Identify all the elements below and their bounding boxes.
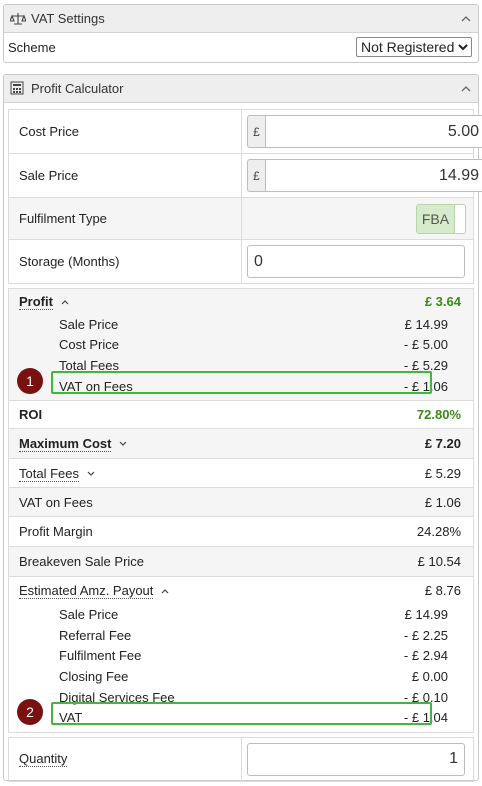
profit-calculator-title: Profit Calculator [31,81,124,96]
total-fees-value: £ 5.29 [424,465,461,481]
storage-label: Storage (Months) [19,254,120,269]
scales-icon [10,11,26,27]
roi-label: ROI [19,407,43,423]
total-fees-label: Total Fees [19,465,79,482]
cost-price-row: Cost Price £ [9,110,482,154]
fba-option[interactable]: FBA [417,204,454,233]
annotation-badge-2: 2 [17,699,43,725]
profit-margin-label: Profit Margin [19,524,93,540]
cost-price-label: Cost Price [19,124,79,139]
vat-on-fees-label: VAT on Fees [19,494,93,510]
sale-price-row: Sale Price £ [9,154,482,198]
vat-on-fees-row: VAT on Fees £ 1.06 [9,488,473,518]
vat-settings-title: VAT Settings [31,11,105,26]
payout-label: Estimated Amz. Payout [19,583,154,600]
total-fees-toggle[interactable]: Total Fees [19,465,96,482]
max-cost-row: Maximum Cost £ 7.20 [9,429,473,460]
breakdown-value: £ 14.99 [404,316,448,332]
max-cost-toggle[interactable]: Maximum Cost [19,436,128,453]
breakdown-label: Sale Price [59,607,119,623]
scheme-select[interactable]: Not Registered [356,37,472,57]
calculator-icon [10,81,26,97]
sale-price-label: Sale Price [19,168,79,183]
profit-margin-value: 24.28% [416,524,461,540]
caret-down-icon [119,441,127,447]
payout-breakdown-item: Closing Fee £ 0.00 [9,666,473,687]
cost-price-input[interactable] [265,115,482,148]
max-cost-label: Maximum Cost [19,436,112,453]
fulfilment-row: Fulfilment Type FBA [9,198,473,240]
roi-value: 72.80% [416,407,461,423]
highlight-box-vat-on-fees [51,371,432,394]
total-fees-row: Total Fees £ 5.29 [9,459,473,489]
breakeven-value: £ 10.54 [417,554,461,570]
profit-breakdown-item: Sale Price £ 14.99 [9,314,473,335]
profit-calculator-panel: Profit Calculator Cost Price £ Sale Pric… [3,74,482,782]
chevron-up-icon[interactable] [460,13,472,25]
currency-addon: £ [247,159,265,192]
highlight-box-vat [51,702,432,725]
fulfilment-toggle[interactable]: FBA [416,203,466,234]
caret-up-icon [61,300,69,305]
profit-margin-row: Profit Margin 24.28% [9,517,473,548]
sale-price-input[interactable] [265,159,482,192]
breakeven-row: Breakeven Sale Price £ 10.54 [9,547,473,578]
breakdown-label: Fulfilment Fee [59,648,142,664]
vat-on-fees-value: £ 1.06 [424,494,461,510]
fulfilment-label: Fulfilment Type [19,211,107,226]
profit-value: £ 3.64 [424,294,461,309]
vat-settings-panel: VAT Settings Scheme Not Registered [3,4,479,63]
breakdown-value: - £ 5.00 [403,337,448,353]
storage-row: Storage (Months) [9,240,473,284]
vat-settings-header[interactable]: VAT Settings [4,5,478,33]
breakdown-value: £ 0.00 [411,668,448,684]
quantity-input[interactable] [247,742,465,776]
quantity-text: Quantity [19,751,68,768]
payout-breakdown-item: Fulfilment Fee - £ 2.94 [9,646,473,667]
quantity-label: Quantity [9,738,241,781]
profit-toggle[interactable]: Profit [19,294,70,310]
breakdown-value: - £ 2.94 [403,648,448,664]
currency-addon: £ [247,115,265,148]
chevron-up-icon[interactable] [460,83,472,95]
breakdown-value: - £ 2.25 [403,627,448,643]
breakdown-label: Referral Fee [59,627,132,643]
storage-input[interactable] [247,245,465,278]
breakeven-label: Breakeven Sale Price [19,554,145,570]
breakdown-value: £ 14.99 [404,607,448,623]
annotation-badge-1: 1 [17,368,43,394]
profit-calculator-header[interactable]: Profit Calculator [4,75,478,103]
toggle-handle[interactable] [454,204,465,233]
payout-toggle[interactable]: Estimated Amz. Payout [19,583,170,600]
breakdown-label: Closing Fee [59,668,129,684]
quantity-row: Quantity [9,737,473,782]
payout-breakdown-item: Referral Fee - £ 2.25 [9,625,473,646]
roi-row: ROI 72.80% [9,401,473,430]
breakdown-label: Sale Price [59,316,119,332]
max-cost-value: £ 7.20 [424,436,461,452]
profit-breakdown-item: Cost Price - £ 5.00 [9,335,473,356]
payout-breakdown-item: Sale Price £ 14.99 [9,604,473,625]
caret-down-icon [87,471,95,476]
profit-label: Profit [19,294,53,310]
payout-value: £ 8.76 [424,583,461,599]
breakdown-label: Cost Price [59,337,119,353]
caret-up-icon [161,589,169,594]
scheme-label: Scheme [8,39,56,55]
